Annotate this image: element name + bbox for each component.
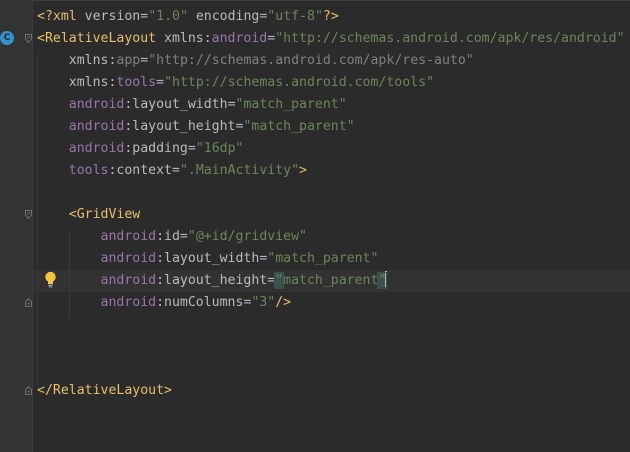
fold-collapse-icon[interactable] [25, 210, 32, 219]
code-token: = [156, 75, 165, 90]
code-token: "http://schemas.android.com/apk/res-auto… [148, 53, 474, 68]
code-token: <GridView [37, 207, 141, 222]
code-line[interactable]: android:numColumns="3"/> [37, 292, 292, 314]
code-line[interactable]: android:layout_height="match_parent" [37, 270, 388, 292]
code-token: :context [108, 163, 172, 178]
code-token: "16dp" [195, 141, 244, 156]
code-line[interactable]: android:layout_width="match_parent" [37, 94, 347, 116]
code-token: :layout_width [156, 251, 260, 266]
code-token: tools [37, 163, 109, 178]
code-token: android [37, 97, 125, 112]
code-token: = [140, 9, 149, 24]
code-token: "match_parent" [243, 119, 355, 134]
code-token: match_parent [283, 273, 379, 288]
code-token: " [274, 272, 285, 289]
class-c-icon[interactable]: C [0, 31, 14, 45]
code-line[interactable]: xmlns:app="http://schemas.android.com/ap… [37, 50, 474, 72]
code-token: app [116, 53, 141, 68]
code-line[interactable]: <GridView [37, 204, 140, 226]
code-line[interactable]: android:layout_width="match_parent" [37, 248, 379, 270]
code-token: ".MainActivity" [179, 163, 300, 178]
code-token: </RelativeLayout> [37, 383, 172, 398]
code-token: version [76, 9, 141, 24]
code-line[interactable]: <?xml version="1.0" encoding="utf-8"?> [37, 6, 339, 28]
code-token: = [267, 31, 276, 46]
code-token: xmlns: [37, 53, 117, 68]
code-token: android [37, 229, 157, 244]
editor-top-border [0, 0, 630, 1]
code-token: "match_parent" [235, 97, 347, 112]
text-caret [385, 271, 388, 287]
code-token: tools [116, 75, 157, 90]
code-token: <RelativeLayout [37, 31, 157, 46]
code-token: = [179, 229, 188, 244]
code-line[interactable]: android:id="@+id/gridview" [37, 226, 307, 248]
code-line[interactable]: xmlns:tools="http://schemas.android.com/… [37, 72, 434, 94]
code-token: "3" [251, 295, 276, 310]
code-token: android [37, 119, 125, 134]
code-token: android [37, 251, 157, 266]
code-token: "http://schemas.android.com/apk/res/andr… [275, 31, 625, 46]
code-token: :layout_height [124, 119, 236, 134]
code-token: = [140, 53, 149, 68]
code-token: android [211, 31, 268, 46]
code-token: :padding [124, 141, 188, 156]
code-line[interactable]: android:padding="16dp" [37, 138, 244, 160]
code-token: android [37, 273, 157, 288]
code-token: "http://schemas.android.com/tools" [164, 75, 435, 90]
code-line[interactable]: android:layout_height="match_parent" [37, 116, 355, 138]
code-token: = [187, 141, 196, 156]
code-token: ?> [322, 9, 339, 24]
code-token: :id [156, 229, 180, 244]
code-token: = [172, 163, 180, 178]
fold-collapse-icon[interactable] [25, 34, 32, 43]
gutter-separator [32, 0, 33, 452]
code-token: "match_parent" [267, 251, 379, 266]
code-line[interactable]: </RelativeLayout> [37, 380, 172, 402]
code-token: :layout_height [156, 273, 268, 288]
code-token: xmlns: [37, 75, 117, 90]
code-token: /> [275, 295, 292, 310]
code-token: "utf-8" [267, 9, 323, 24]
code-token: "1.0" [148, 9, 188, 24]
code-line[interactable]: <RelativeLayout xmlns:android="http://sc… [37, 28, 625, 50]
code-token: "@+id/gridview" [187, 229, 307, 244]
code-line[interactable]: tools:context=".MainActivity"> [37, 160, 307, 182]
code-token: android [37, 295, 157, 310]
code-token: :layout_width [124, 97, 228, 112]
code-token: = [267, 273, 276, 288]
code-token: encoding [187, 9, 260, 24]
code-token: android [37, 141, 125, 156]
code-token: > [299, 163, 307, 178]
fold-end-icon[interactable] [25, 298, 32, 307]
code-token: <?xml [37, 9, 77, 24]
code-token: xmlns: [156, 31, 212, 46]
code-token: :numColumns [156, 295, 244, 310]
editor-gutter[interactable] [0, 0, 32, 452]
code-editor[interactable]: C <?xml version="1.0" encoding="utf-8"?>… [0, 0, 630, 452]
fold-end-icon[interactable] [25, 386, 32, 395]
code-token: = [227, 97, 236, 112]
